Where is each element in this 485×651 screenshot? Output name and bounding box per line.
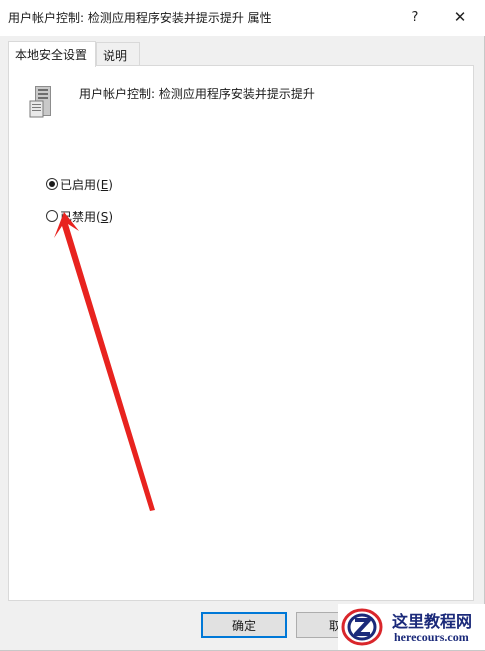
help-button[interactable]: ? <box>392 0 438 34</box>
option-enabled[interactable]: 已启用(E) <box>46 175 113 193</box>
tab-panel: 用户帐户控制: 检测应用程序安装并提示提升 已启用(E) 已禁用(S) <box>8 65 474 601</box>
policy-name: 用户帐户控制: 检测应用程序安装并提示提升 <box>79 87 315 101</box>
option-disabled-label: 已禁用(S) <box>60 209 113 224</box>
server-policy-icon <box>29 86 51 118</box>
tab-local-security-setting[interactable]: 本地安全设置 <box>8 41 96 67</box>
radio-enabled[interactable] <box>46 178 58 190</box>
site-watermark: 这里教程网 herecours.com <box>338 604 485 650</box>
title-bar: 用户帐户控制: 检测应用程序安装并提示提升 属性 ? ✕ <box>0 0 485 36</box>
option-enabled-label: 已启用(E) <box>60 177 113 192</box>
properties-dialog: 用户帐户控制: 检测应用程序安装并提示提升 属性 ? ✕ 本地安全设置 说明 用… <box>0 0 485 651</box>
close-icon: ✕ <box>453 8 467 26</box>
ok-button[interactable]: 确定 <box>201 612 287 638</box>
window-title: 用户帐户控制: 检测应用程序安装并提示提升 属性 <box>8 11 272 25</box>
close-button[interactable]: ✕ <box>437 0 483 34</box>
site-logo-icon <box>341 608 383 646</box>
watermark-title: 这里教程网 <box>392 612 473 631</box>
help-icon: ? <box>411 9 419 25</box>
tab-explain[interactable]: 说明 <box>96 42 140 66</box>
watermark-url: herecours.com <box>394 630 469 644</box>
radio-disabled[interactable] <box>46 210 58 222</box>
option-disabled[interactable]: 已禁用(S) <box>46 207 113 225</box>
